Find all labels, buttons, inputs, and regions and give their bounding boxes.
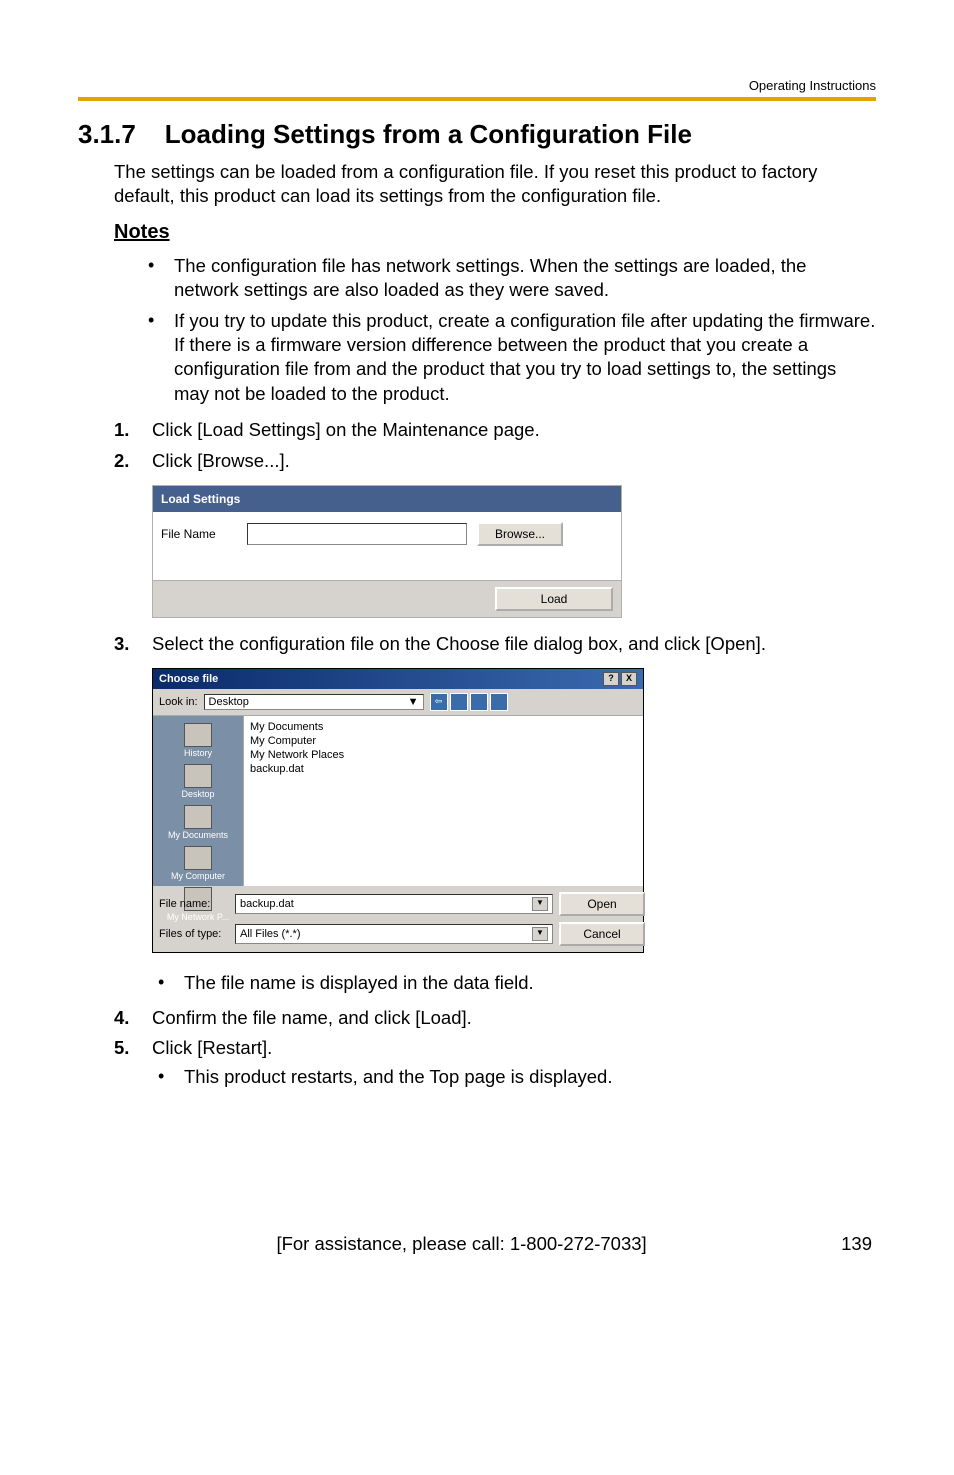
file-name-input[interactable] [247, 523, 467, 545]
step-number: 4. [114, 1006, 152, 1030]
sidebar-label: My Network P... [167, 912, 229, 922]
choose-file-dialog: Choose file ? X Look in: Desktop ▼ ⇦ His… [152, 668, 644, 953]
footer-assist: [For assistance, please call: 1-800-272-… [276, 1233, 646, 1255]
filetype-field[interactable]: All Files (*.*) ▼ [235, 924, 553, 944]
cancel-button[interactable]: Cancel [559, 922, 645, 946]
sidebar-label: Desktop [181, 789, 214, 799]
close-icon[interactable]: X [621, 672, 637, 686]
step-3: 3. Select the configuration file on the … [114, 632, 876, 656]
step-3-sub: The file name is displayed in the data f… [114, 967, 876, 999]
step-1: 1. Click [Load Settings] on the Maintena… [114, 418, 876, 442]
filename-field[interactable]: backup.dat ▼ [235, 894, 553, 914]
sidebar-item-computer[interactable]: My Computer [153, 843, 243, 884]
file-item[interactable]: My Network Places [250, 748, 637, 762]
filename-value: backup.dat [240, 898, 294, 910]
step-3-sub-text: The file name is displayed in the data f… [152, 971, 876, 995]
chevron-down-icon: ▼ [408, 696, 419, 708]
dialog-titlebar: Choose file ? X [153, 669, 643, 689]
notes-item: If you try to update this product, creat… [142, 309, 876, 407]
sidebar-item-desktop[interactable]: Desktop [153, 761, 243, 802]
notes-list: The configuration file has network setti… [142, 254, 876, 406]
filename-label: File name: [159, 898, 229, 910]
computer-icon [184, 846, 212, 870]
load-button[interactable]: Load [495, 587, 613, 611]
filetype-value: All Files (*.*) [240, 928, 301, 940]
step-number: 2. [114, 449, 152, 473]
step-text: Click [Load Settings] on the Maintenance… [152, 418, 876, 442]
lookin-dropdown[interactable]: Desktop ▼ [204, 694, 424, 710]
header-right-text: Operating Instructions [78, 78, 876, 97]
step-5-text: Click [Restart]. [152, 1037, 272, 1058]
load-settings-panel: Load Settings File Name Browse... Load [152, 485, 622, 618]
lookin-label: Look in: [159, 696, 198, 708]
file-name-label: File Name [161, 527, 237, 541]
places-sidebar: History Desktop My Documents My Computer… [153, 716, 244, 886]
sidebar-label: History [184, 748, 212, 758]
step-text: Click [Browse...]. [152, 449, 876, 473]
chevron-down-icon[interactable]: ▼ [532, 927, 548, 941]
section-intro: The settings can be loaded from a config… [114, 160, 876, 209]
new-folder-icon[interactable] [470, 693, 488, 711]
help-icon[interactable]: ? [603, 672, 619, 686]
step-number: 3. [114, 632, 152, 656]
lookin-value: Desktop [209, 696, 249, 708]
sidebar-label: My Documents [168, 830, 228, 840]
notes-item: The configuration file has network setti… [142, 254, 876, 303]
step-number: 1. [114, 418, 152, 442]
step-2: 2. Click [Browse...]. [114, 449, 876, 473]
section-number: 3.1.7 [78, 119, 136, 149]
dialog-toolbar: Look in: Desktop ▼ ⇦ [153, 689, 643, 716]
file-list[interactable]: My Documents My Computer My Network Plac… [244, 716, 643, 886]
step-text: Click [Restart]. This product restarts, … [152, 1036, 876, 1093]
notes-heading: Notes [114, 221, 876, 244]
step-5-sub-text: This product restarts, and the Top page … [152, 1065, 876, 1089]
documents-icon [184, 805, 212, 829]
section-title: Loading Settings from a Configuration Fi… [165, 119, 692, 149]
sidebar-item-documents[interactable]: My Documents [153, 802, 243, 843]
file-item[interactable]: My Documents [250, 720, 637, 734]
up-folder-icon[interactable] [450, 693, 468, 711]
sidebar-item-history[interactable]: History [153, 720, 243, 761]
back-icon[interactable]: ⇦ [430, 693, 448, 711]
section-heading: 3.1.7 Loading Settings from a Configurat… [78, 119, 876, 150]
open-button[interactable]: Open [559, 892, 645, 916]
step-text: Confirm the file name, and click [Load]. [152, 1006, 876, 1030]
step-number: 5. [114, 1036, 152, 1093]
step-4: 4. Confirm the file name, and click [Loa… [114, 1006, 876, 1030]
load-settings-title: Load Settings [153, 486, 621, 512]
dialog-title: Choose file [159, 673, 218, 685]
file-item[interactable]: backup.dat [250, 762, 637, 776]
chevron-down-icon[interactable]: ▼ [532, 897, 548, 911]
header-rule [78, 97, 876, 101]
step-5: 5. Click [Restart]. This product restart… [114, 1036, 876, 1093]
browse-button[interactable]: Browse... [477, 522, 563, 546]
file-item[interactable]: My Computer [250, 734, 637, 748]
view-menu-icon[interactable] [490, 693, 508, 711]
page-footer: [For assistance, please call: 1-800-272-… [78, 1233, 876, 1255]
filetype-label: Files of type: [159, 928, 229, 940]
sidebar-label: My Computer [171, 871, 225, 881]
step-text: Select the configuration file on the Cho… [152, 632, 876, 656]
desktop-icon [184, 764, 212, 788]
page-number: 139 [841, 1233, 872, 1255]
history-icon [184, 723, 212, 747]
